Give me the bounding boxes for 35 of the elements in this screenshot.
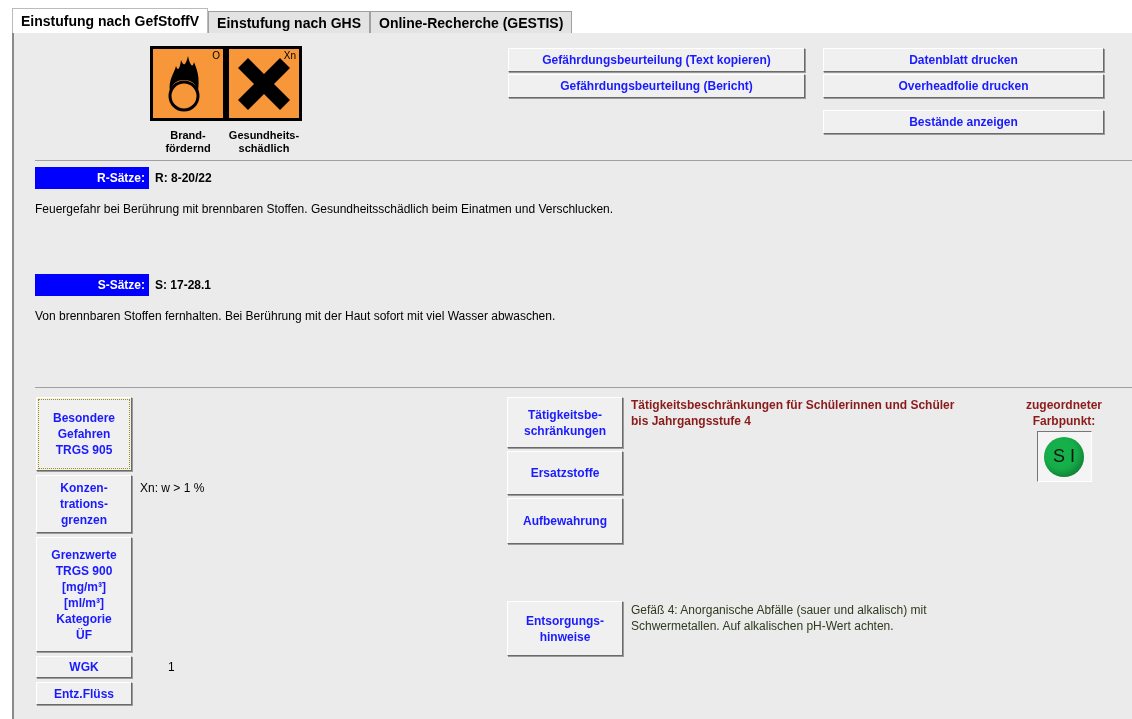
color-point-dot: S I — [1044, 436, 1084, 477]
property-button[interactable]: Besondere Gefahren TRGS 905 — [36, 397, 132, 471]
hazard-label: Gesundheits- schädlich — [228, 129, 300, 155]
phrase-text: Feuergefahr bei Berührung mit brennbaren Stoffen. Gesundheitsschädlich beim Einatmen und Verschlucken. — [35, 201, 615, 218]
property-button[interactable]: Konzen- trations- grenzen — [36, 475, 132, 533]
tab[interactable]: Einstufung nach GHS — [208, 11, 370, 33]
property-value: 1 — [168, 659, 175, 676]
property-value: Xn: w > 1 % — [140, 480, 205, 497]
phrase-text: Von brennbaren Stoffen fernhalten. Bei Berührung mit der Haut sofort mit viel Wasser abwaschen. — [35, 308, 557, 325]
tab[interactable]: Einstufung nach GefStoffV — [12, 8, 209, 33]
cross-icon — [226, 46, 302, 121]
hazard-code: O — [212, 50, 220, 61]
hazard-label: Brand- fördernd — [165, 129, 211, 155]
action-button[interactable]: Overheadfolie drucken — [823, 74, 1104, 98]
info-button[interactable]: Aufbewahrung — [507, 498, 623, 544]
restriction-note: Tätigkeitsbeschränkungen für Schülerinnen und Schüler bis Jahrgangsstufe 4 — [631, 397, 955, 429]
report-button[interactable]: Gefährdungsbeurteilung (Text kopieren) — [508, 48, 805, 72]
phrase-codes: S: 17-28.1 — [155, 277, 212, 294]
flame-icon — [150, 46, 226, 121]
phrase-label: S-Sätze: — [35, 274, 149, 296]
tab[interactable]: Online-Recherche (GESTIS) — [370, 11, 573, 33]
hazard-code: Xn — [283, 50, 296, 61]
property-button[interactable]: Grenzwerte TRGS 900 [mg/m³] [ml/m³] Kategorie ÜF — [36, 537, 132, 652]
phrase-label: R-Sätze: — [35, 167, 149, 189]
property-button[interactable]: WGK — [36, 656, 132, 678]
info-button[interactable]: Tätigkeitsbe- schränkungen — [507, 397, 623, 448]
property-button[interactable]: Entz.Flüss — [36, 682, 132, 705]
info-button[interactable]: Entsorgungs- hinweise — [507, 601, 623, 656]
action-button[interactable]: Datenblatt drucken — [823, 48, 1104, 72]
color-point-label: zugeordneter Farbpunkt: — [1026, 397, 1102, 429]
phrase-codes: R: 8-20/22 — [155, 170, 212, 187]
action-button[interactable]: Bestände anzeigen — [823, 110, 1104, 134]
disposal-note: Gefäß 4: Anorganische Abfälle (sauer und alkalisch) mit Schwermetallen. Auf alkalischen pH-Wert achten. — [631, 602, 927, 634]
report-button[interactable]: Gefährdungsbeurteilung (Bericht) — [508, 74, 805, 98]
info-button[interactable]: Ersatzstoffe — [507, 451, 623, 495]
